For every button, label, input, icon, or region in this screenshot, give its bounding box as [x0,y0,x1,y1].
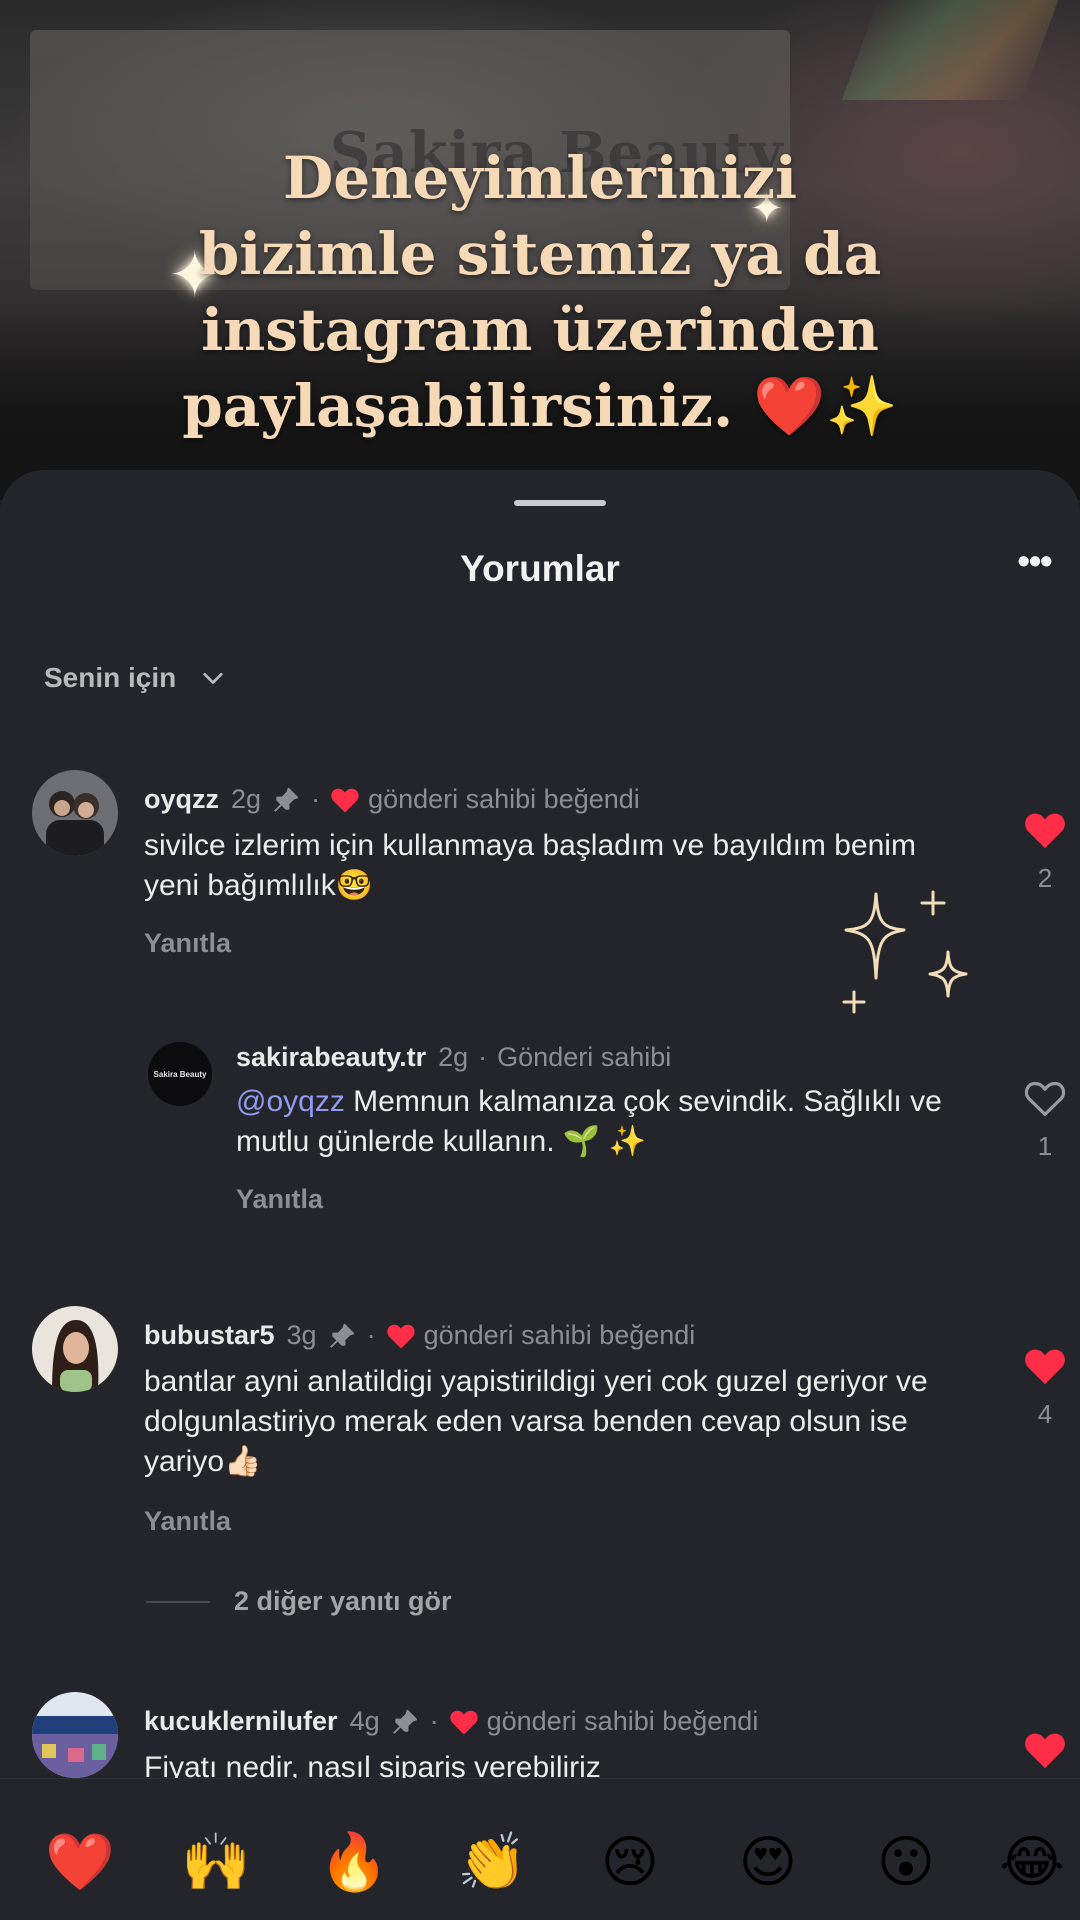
heart-filled-icon [1025,813,1065,849]
emoji-clap-button[interactable]: 👏 [452,1823,532,1903]
pin-icon [274,787,299,812]
username[interactable]: sakirabeauty.tr [236,1042,426,1073]
separator-dot: · [429,1706,439,1736]
like-count: 1 [1037,1131,1053,1161]
emoji-fire-button[interactable]: 🔥 [314,1823,394,1903]
author-liked-label: gönderi sahibi beğendi [368,784,640,814]
author-liked-label: gönderi sahibi beğendi [423,1320,696,1350]
comment-text: @oyqzz Memnun kalmanıza çok sevindik. Sa… [236,1082,956,1162]
screen: Sakira Beauty ✦ ✦ Deneyimlerinizi biziml… [0,0,1080,1920]
like-count: 2 [1037,863,1053,893]
headline-line: Deneyimlerinizi [282,144,798,212]
heart-icon [331,788,359,812]
comment-text: bantlar ayni anlatildigi yapistirildigi … [144,1365,928,1478]
emoji-heart-eyes-button[interactable]: 😍 [728,1823,808,1903]
separator-dot: · [478,1042,488,1072]
avatar[interactable]: Sakira Beauty [148,1042,212,1106]
comment-meta: sakirabeauty.tr 2g · Gönderi sahibi [236,1042,671,1073]
chevron-down-icon [203,672,223,684]
timestamp: 2g [438,1042,469,1072]
pin-icon [392,1709,417,1734]
story-headline: Deneyimlerinizi bizimle sitemiz ya da in… [0,140,1080,444]
background-highlight [841,0,1059,100]
timestamp: 3g [286,1320,317,1350]
more-options-button[interactable]: ••• [1010,543,1058,582]
like-button[interactable]: 1 [1020,1078,1070,1162]
reply-button[interactable]: Yanıtla [236,1184,323,1215]
mention-link[interactable]: @oyqzz [236,1085,345,1118]
author-badge: Gönderi sahibi [497,1042,672,1072]
headline-line: paylaşabilirsiniz. ❤️✨ [182,372,898,440]
comment-meta: oyqzz 2g · gönderi sahibi beğendi [144,784,640,815]
username[interactable]: kucuklernilufer [144,1706,338,1737]
pin-icon [329,1323,354,1348]
reply-button[interactable]: Yanıtla [144,1506,231,1537]
like-button[interactable] [1020,1730,1070,1775]
headline-line: bizimle sitemiz ya da [198,220,882,288]
heart-filled-icon [1025,1349,1065,1385]
username[interactable]: bubustar5 [144,1320,275,1351]
more-replies-label: 2 diğer yanıtı gör [234,1586,452,1616]
avatar[interactable] [32,770,118,856]
heart-filled-icon [1025,1733,1065,1769]
author-liked-label: gönderi sahibi beğendi [486,1706,759,1736]
view-more-replies-button[interactable]: 2 diğer yanıtı gör [146,1586,452,1617]
sparkles-doodle-icon [842,890,968,1014]
heart-icon [449,1710,478,1734]
timestamp: 4g [349,1706,380,1736]
sort-filter-dropdown[interactable]: Senin için [44,662,224,694]
avatar-brand-text: Sakira Beauty [153,1069,207,1079]
emoji-heart-button[interactable]: ❤️ [40,1823,120,1903]
timestamp: 2g [231,784,262,814]
heart-outline-icon [1024,1081,1066,1116]
comment-text: sivilce izlerim için kullanmaya başladım… [144,829,916,902]
like-button[interactable]: 2 [1020,810,1070,894]
like-button[interactable]: 4 [1020,1346,1070,1430]
separator-dot: · [311,784,321,814]
like-count: 4 [1037,1399,1053,1429]
emoji-laughing-button[interactable]: 😂 [992,1823,1072,1903]
drag-handle[interactable] [514,500,606,506]
comments-sheet: Yorumlar ••• Senin için oyqzz 2g · gönde… [0,470,1080,1920]
comment-meta: kucuklernilufer 4g · gönderi sahibi beğe… [144,1706,758,1737]
avatar[interactable] [32,1306,118,1392]
filter-label: Senin için [44,662,177,693]
separator-dot: · [366,1320,376,1350]
emoji-surprised-button[interactable]: 😮 [866,1823,946,1903]
heart-icon [386,1324,415,1348]
reply-button[interactable]: Yanıtla [144,928,231,959]
headline-line: instagram üzerinden [201,296,879,364]
sheet-title: Yorumlar [460,548,620,589]
emoji-crying-button[interactable]: 😢 [590,1823,670,1903]
comment-meta: bubustar5 3g · gönderi sahibi beğendi [144,1320,695,1351]
username[interactable]: oyqzz [144,784,219,815]
avatar[interactable] [32,1692,118,1778]
emoji-raised-hands-button[interactable]: 🙌 [176,1823,256,1903]
divider-line [146,1600,210,1603]
emoji-reaction-bar: ❤️ 🙌 🔥 👏 😢 😍 😮 😂 [0,1778,1080,1920]
